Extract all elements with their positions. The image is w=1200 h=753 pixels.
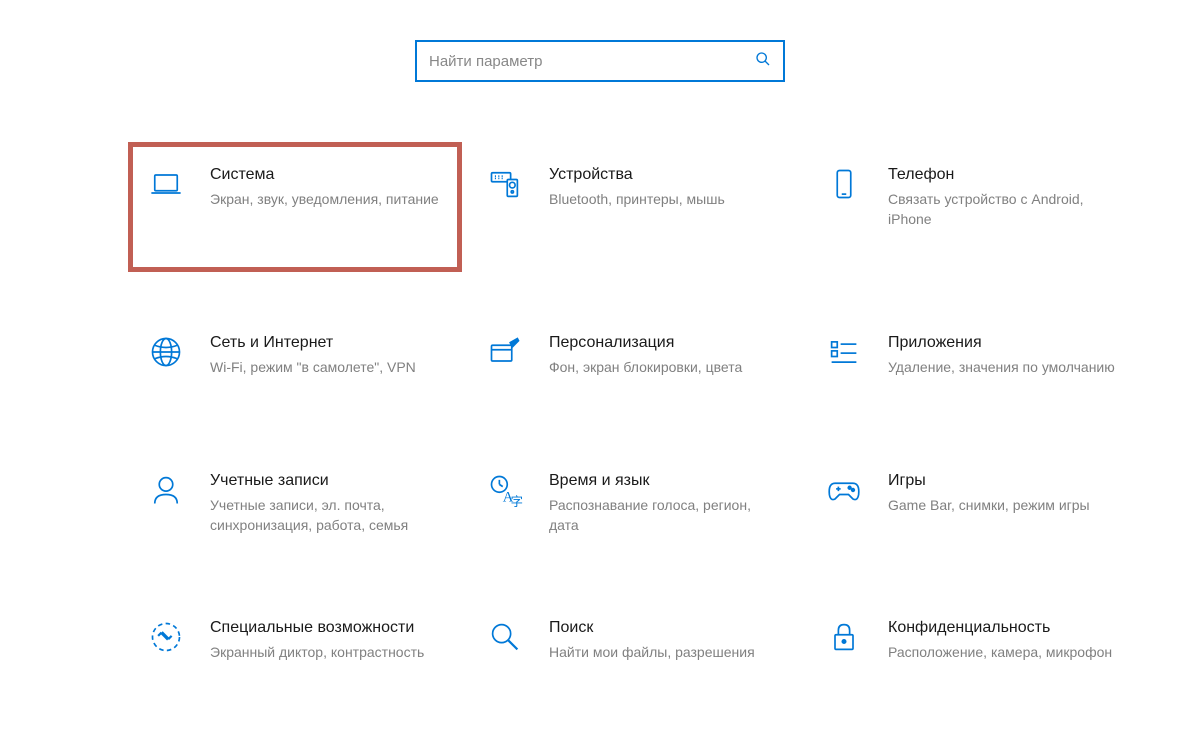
category-accounts[interactable]: Учетные записи Учетные записи, эл. почта… [128, 448, 462, 557]
category-desc: Учетные записи, эл. почта, синхронизация… [210, 496, 444, 535]
category-text: Устройства Bluetooth, принтеры, мышь [549, 164, 783, 210]
magnifier-icon [485, 617, 525, 657]
category-title: Сеть и Интернет [210, 334, 444, 352]
category-title: Телефон [888, 166, 1122, 184]
category-desc: Расположение, камера, микрофон [888, 643, 1122, 663]
category-desc: Фон, экран блокировки, цвета [549, 358, 783, 378]
category-title: Поиск [549, 619, 783, 637]
svg-text:字: 字 [511, 494, 523, 508]
category-desc: Удаление, значения по умолчанию [888, 358, 1122, 378]
settings-home: Система Экран, звук, уведомления, питани… [0, 0, 1200, 695]
search-input[interactable] [429, 53, 755, 70]
category-text: Игры Game Bar, снимки, режим игры [888, 470, 1122, 516]
category-title: Система [210, 166, 444, 184]
category-desc: Game Bar, снимки, режим игры [888, 496, 1122, 516]
category-text: Сеть и Интернет Wi-Fi, режим "в самолете… [210, 332, 444, 378]
time-language-icon: A 字 [485, 470, 525, 510]
category-desc: Найти мои файлы, разрешения [549, 643, 783, 663]
category-gaming[interactable]: Игры Game Bar, снимки, режим игры [806, 448, 1140, 557]
globe-icon [146, 332, 186, 372]
category-desc: Экран, звук, уведомления, питание [210, 190, 444, 210]
gamepad-icon [824, 470, 864, 510]
lock-icon [824, 617, 864, 657]
category-apps[interactable]: Приложения Удаление, значения по умолчан… [806, 310, 1140, 410]
category-title: Игры [888, 472, 1122, 490]
person-icon [146, 470, 186, 510]
category-title: Приложения [888, 334, 1122, 352]
phone-icon [824, 164, 864, 204]
category-desc: Bluetooth, принтеры, мышь [549, 190, 783, 210]
category-time-language[interactable]: A 字 Время и язык Распознавание голоса, р… [467, 448, 801, 557]
search-box[interactable] [415, 40, 785, 82]
category-text: Время и язык Распознавание голоса, регио… [549, 470, 783, 535]
search-container [0, 40, 1200, 82]
accessibility-icon [146, 617, 186, 657]
category-text: Приложения Удаление, значения по умолчан… [888, 332, 1122, 378]
category-desc: Wi-Fi, режим "в самолете", VPN [210, 358, 444, 378]
category-title: Специальные возможности [210, 619, 444, 637]
category-text: Телефон Связать устройство с Android, iP… [888, 164, 1122, 229]
category-accessibility[interactable]: Специальные возможности Экранный диктор,… [128, 595, 462, 695]
category-desc: Распознавание голоса, регион, дата [549, 496, 783, 535]
categories-grid: Система Экран, звук, уведомления, питани… [0, 142, 1200, 695]
laptop-icon [146, 164, 186, 204]
category-text: Конфиденциальность Расположение, камера,… [888, 617, 1122, 663]
category-text: Персонализация Фон, экран блокировки, цв… [549, 332, 783, 378]
category-phone[interactable]: Телефон Связать устройство с Android, iP… [806, 142, 1140, 272]
category-text: Учетные записи Учетные записи, эл. почта… [210, 470, 444, 535]
category-desc: Связать устройство с Android, iPhone [888, 190, 1122, 229]
devices-icon [485, 164, 525, 204]
category-title: Учетные записи [210, 472, 444, 490]
category-title: Конфиденциальность [888, 619, 1122, 637]
paint-icon [485, 332, 525, 372]
category-desc: Экранный диктор, контрастность [210, 643, 444, 663]
category-title: Устройства [549, 166, 783, 184]
category-search[interactable]: Поиск Найти мои файлы, разрешения [467, 595, 801, 695]
category-title: Время и язык [549, 472, 783, 490]
category-text: Специальные возможности Экранный диктор,… [210, 617, 444, 663]
category-text: Поиск Найти мои файлы, разрешения [549, 617, 783, 663]
category-system[interactable]: Система Экран, звук, уведомления, питани… [128, 142, 462, 272]
category-devices[interactable]: Устройства Bluetooth, принтеры, мышь [467, 142, 801, 272]
category-personalization[interactable]: Персонализация Фон, экран блокировки, цв… [467, 310, 801, 410]
search-icon [755, 51, 771, 72]
category-title: Персонализация [549, 334, 783, 352]
category-network[interactable]: Сеть и Интернет Wi-Fi, режим "в самолете… [128, 310, 462, 410]
category-privacy[interactable]: Конфиденциальность Расположение, камера,… [806, 595, 1140, 695]
category-text: Система Экран, звук, уведомления, питани… [210, 164, 444, 210]
apps-icon [824, 332, 864, 372]
